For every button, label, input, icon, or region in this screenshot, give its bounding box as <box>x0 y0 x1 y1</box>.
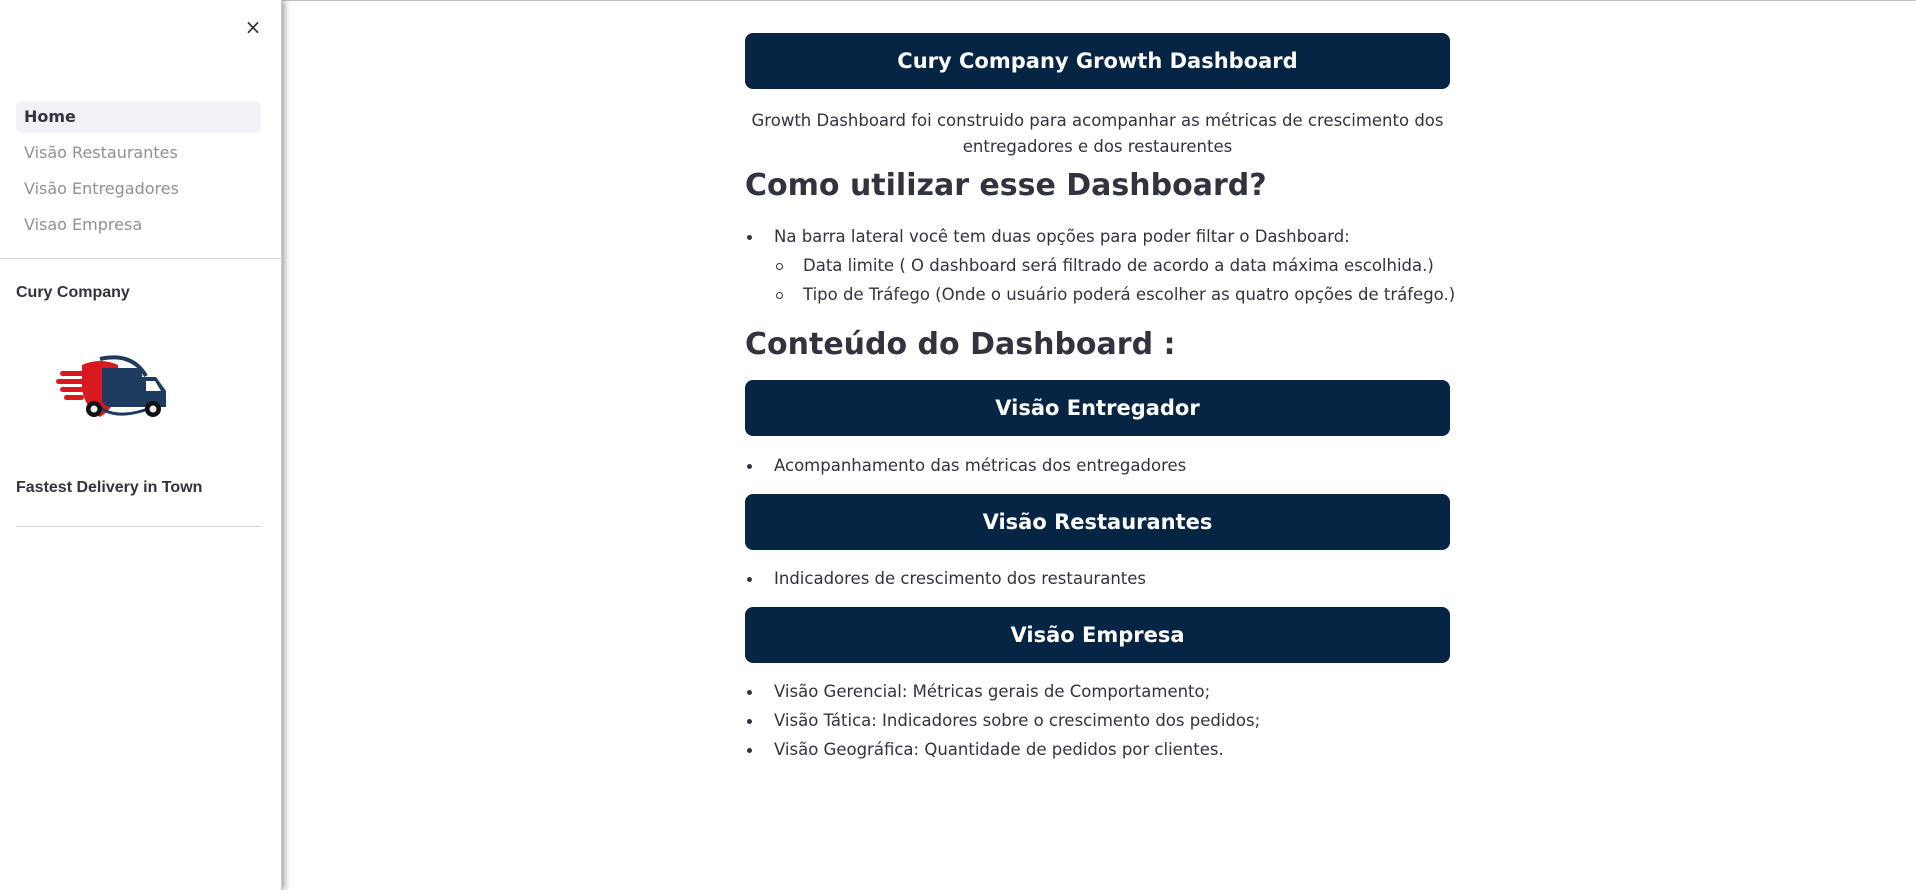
list-item: Indicadores de crescimento dos restauran… <box>745 564 1465 593</box>
intro-text: Growth Dashboard foi construido para aco… <box>745 108 1450 160</box>
how-to-list: Na barra lateral você tem duas opções pa… <box>745 222 1465 309</box>
sub-list-item: Data limite ( O dashboard será filtrado … <box>774 251 1465 280</box>
sub-list-item: Tipo de Tráfego (Onde o usuário poderá e… <box>774 280 1465 309</box>
how-to-sublist: Data limite ( O dashboard será filtrado … <box>774 251 1465 309</box>
content-heading: Conteúdo do Dashboard : <box>745 327 1176 362</box>
page-title: Cury Company Growth Dashboard <box>897 49 1298 73</box>
intro-line: Growth Dashboard foi construido para aco… <box>751 111 1444 130</box>
sidebar-divider-bottom <box>16 526 261 527</box>
sidebar-item-visao-restaurantes[interactable]: Visão Restaurantes <box>16 137 261 169</box>
section-banner-empresa: Visão Empresa <box>745 607 1450 663</box>
delivery-truck-icon <box>56 355 166 417</box>
empresa-list: Visão Gerencial: Métricas gerais de Comp… <box>745 677 1465 764</box>
how-to-heading: Como utilizar esse Dashboard? <box>745 168 1267 203</box>
sidebar-item-home[interactable]: Home <box>16 101 261 133</box>
section-banner-entregador: Visão Entregador <box>745 380 1450 436</box>
company-name: Cury Company <box>16 284 130 301</box>
restaurantes-list: Indicadores de crescimento dos restauran… <box>745 564 1465 593</box>
top-border <box>0 0 1916 1</box>
close-sidebar-button[interactable]: × <box>242 16 264 38</box>
sidebar: × Home Visão Restaurantes Visão Entregad… <box>0 0 282 890</box>
section-title: Visão Entregador <box>995 396 1200 420</box>
entregador-list: Acompanhamento das métricas dos entregad… <box>745 451 1465 480</box>
intro-line: entregadores e dos restaurentes <box>962 137 1233 156</box>
sidebar-nav: Home Visão Restaurantes Visão Entregador… <box>16 101 261 245</box>
sidebar-item-visao-entregadores[interactable]: Visão Entregadores <box>16 173 261 205</box>
list-item: Visão Geográfica: Quantidade de pedidos … <box>745 735 1465 764</box>
sidebar-divider <box>0 258 281 259</box>
section-banner-restaurantes: Visão Restaurantes <box>745 494 1450 550</box>
page-title-banner: Cury Company Growth Dashboard <box>745 33 1450 89</box>
list-item: Visão Tática: Indicadores sobre o cresci… <box>745 706 1465 735</box>
sidebar-item-visao-empresa[interactable]: Visao Empresa <box>16 209 261 241</box>
section-title: Visão Empresa <box>1010 623 1185 647</box>
tagline: Fastest Delivery in Town <box>16 479 203 496</box>
list-item-text: Na barra lateral você tem duas opções pa… <box>774 227 1350 246</box>
list-item: Na barra lateral você tem duas opções pa… <box>745 222 1465 309</box>
list-item: Acompanhamento das métricas dos entregad… <box>745 451 1465 480</box>
list-item: Visão Gerencial: Métricas gerais de Comp… <box>745 677 1465 706</box>
section-title: Visão Restaurantes <box>982 510 1213 534</box>
